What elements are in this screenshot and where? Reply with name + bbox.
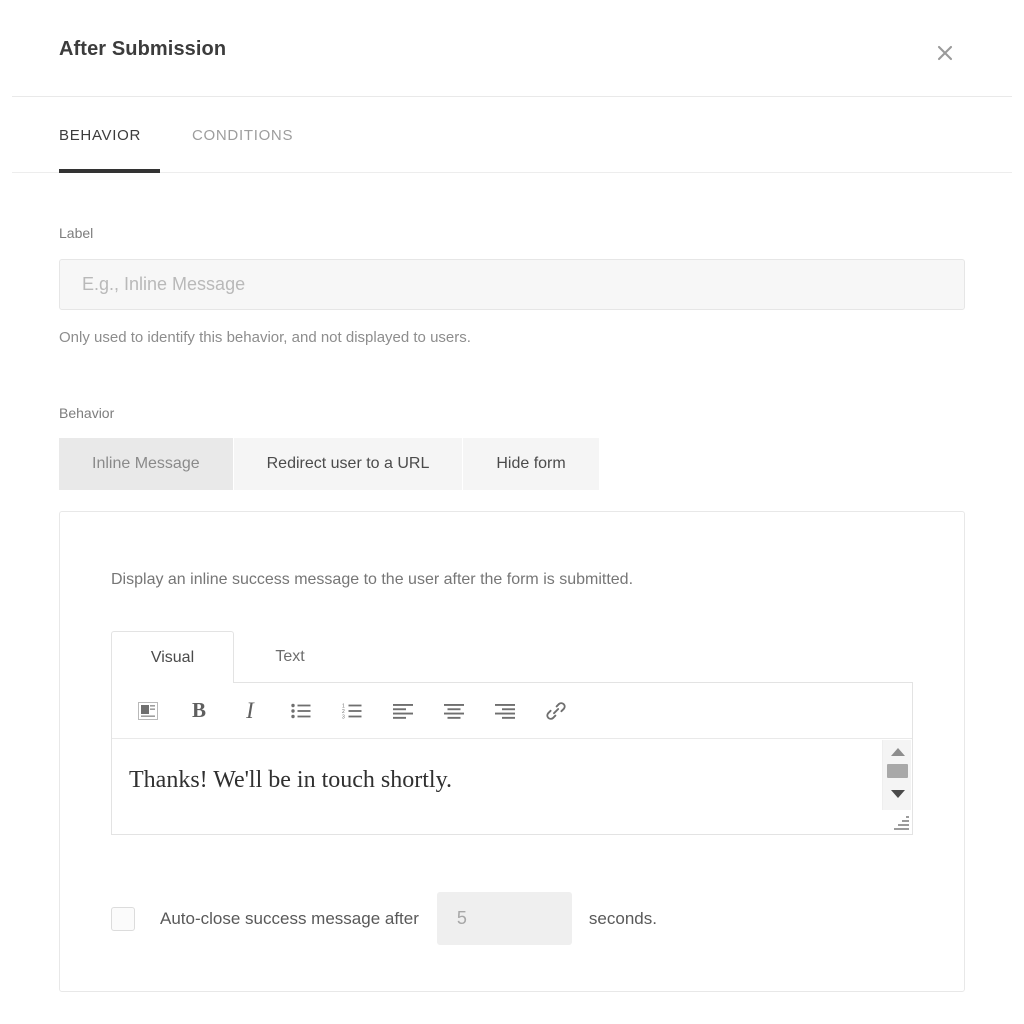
auto-close-checkbox[interactable] bbox=[111, 906, 135, 931]
editor-resize-handle[interactable] bbox=[893, 815, 909, 831]
after-submission-modal: After Submission BEHAVIOR CONDITIONS Lab… bbox=[0, 0, 1024, 1024]
tab-bar-divider bbox=[12, 172, 1012, 173]
editor-mode-tabs: Visual Text bbox=[111, 631, 913, 683]
italic-glyph: I bbox=[246, 698, 254, 723]
scrollbar-thumb[interactable] bbox=[887, 764, 908, 778]
behavior-field-caption: Behavior bbox=[59, 405, 115, 421]
editor-body: B I 1 2 3 Thanks! We'll be in touch shor… bbox=[111, 682, 913, 835]
behavior-option-hide-form[interactable]: Hide form bbox=[463, 438, 599, 490]
behavior-segmented-control: Inline Message Redirect user to a URL Hi… bbox=[59, 438, 599, 490]
editor-tab-visual[interactable]: Visual bbox=[111, 631, 234, 683]
numbered-list-icon[interactable]: 1 2 3 bbox=[330, 691, 374, 731]
tab-conditions[interactable]: CONDITIONS bbox=[192, 127, 293, 144]
auto-close-label: Auto-close success message after bbox=[160, 908, 419, 928]
active-tab-indicator bbox=[59, 169, 160, 173]
auto-close-suffix: seconds. bbox=[588, 908, 657, 928]
label-field-caption: Label bbox=[59, 225, 94, 241]
scroll-down-icon[interactable] bbox=[883, 784, 912, 803]
auto-close-row: Auto-close success message after seconds… bbox=[111, 892, 657, 945]
behavior-settings-card: Display an inline success message to the… bbox=[59, 511, 965, 992]
editor-tab-text[interactable]: Text bbox=[234, 631, 346, 683]
modal-header: After Submission bbox=[0, 0, 1024, 97]
editor-content-text: Thanks! We'll be in touch shortly. bbox=[129, 767, 453, 793]
editor-toolbar: B I 1 2 3 bbox=[112, 683, 912, 739]
label-help-text: Only used to identify this behavior, and… bbox=[59, 329, 471, 346]
align-center-icon[interactable] bbox=[432, 691, 476, 731]
editor-scrollbar[interactable] bbox=[882, 740, 911, 810]
tab-behavior[interactable]: BEHAVIOR bbox=[59, 127, 141, 144]
svg-text:3: 3 bbox=[342, 714, 345, 718]
label-input[interactable] bbox=[59, 259, 965, 310]
italic-icon[interactable]: I bbox=[228, 691, 272, 731]
link-icon[interactable] bbox=[534, 691, 578, 731]
bulleted-list-icon[interactable] bbox=[279, 691, 323, 731]
rich-text-editor: Visual Text B I 1 2 3 Thanks! We'll be i… bbox=[111, 631, 913, 835]
bold-glyph: B bbox=[191, 698, 206, 722]
page-title: After Submission bbox=[59, 38, 227, 60]
bold-icon[interactable]: B bbox=[177, 691, 221, 731]
align-right-icon[interactable] bbox=[483, 691, 527, 731]
behavior-option-redirect-url[interactable]: Redirect user to a URL bbox=[233, 438, 464, 490]
auto-close-seconds-input[interactable] bbox=[436, 892, 572, 945]
align-left-icon[interactable] bbox=[381, 691, 425, 731]
close-icon[interactable] bbox=[930, 38, 960, 68]
paragraph-block-icon[interactable] bbox=[126, 691, 170, 731]
editor-content-area[interactable]: Thanks! We'll be in touch shortly. bbox=[112, 739, 912, 834]
tab-bar: BEHAVIOR CONDITIONS bbox=[0, 97, 1024, 173]
behavior-option-inline-message[interactable]: Inline Message bbox=[59, 438, 234, 490]
scroll-up-icon[interactable] bbox=[883, 742, 912, 761]
card-description: Display an inline success message to the… bbox=[111, 571, 634, 588]
